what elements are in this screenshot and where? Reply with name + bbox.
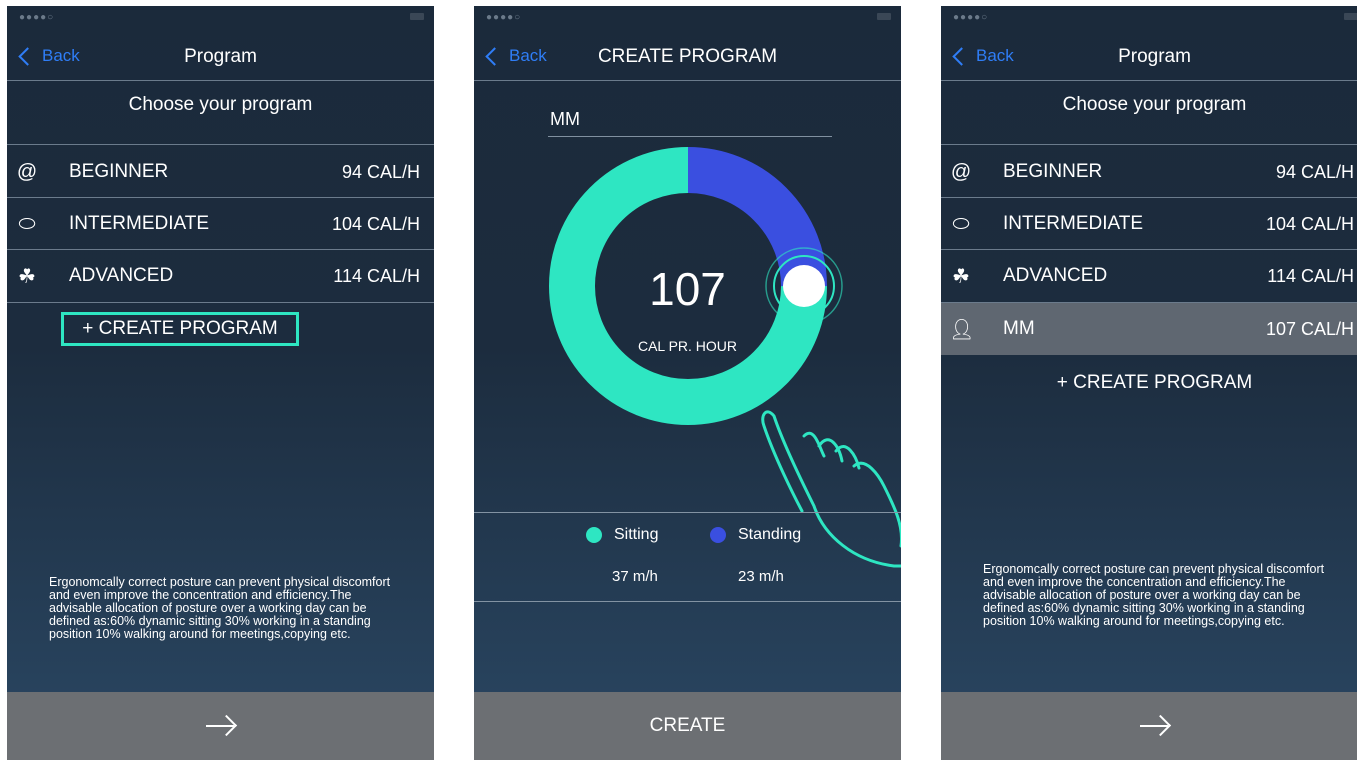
program-calories: 114 CAL/H bbox=[1267, 265, 1354, 286]
calories-unit: CAL PR. HOUR bbox=[637, 338, 738, 354]
posture-info-text: Ergonomcally correct posture can prevent… bbox=[49, 575, 391, 641]
standing-value: 23 m/h bbox=[738, 568, 784, 585]
next-button[interactable] bbox=[7, 692, 434, 760]
program-screen: ●●●●○ Back Program Choose your program @… bbox=[7, 6, 434, 760]
nav-bar: Back Program bbox=[941, 40, 1357, 80]
signal-icon: ●●●●○ bbox=[953, 12, 989, 23]
program-name: BEGINNER bbox=[69, 161, 169, 182]
program-name: ADVANCED bbox=[1003, 265, 1108, 286]
turtle-icon: ⬭ bbox=[18, 212, 36, 235]
create-button[interactable]: CREATE bbox=[474, 692, 901, 760]
divider bbox=[941, 144, 1357, 145]
program-row-intermediate[interactable]: ⬭ INTERMEDIATE 104 CAL/H bbox=[941, 198, 1357, 250]
calories-value: 107 bbox=[649, 263, 726, 315]
legend-standing: Standing bbox=[710, 526, 801, 544]
program-row-intermediate[interactable]: ⬭ INTERMEDIATE 104 CAL/H bbox=[7, 198, 434, 250]
create-program-button[interactable]: + CREATE PROGRAM bbox=[61, 312, 299, 346]
divider bbox=[7, 302, 434, 303]
program-row-advanced[interactable]: ☘ ADVANCED 114 CAL/H bbox=[7, 250, 434, 302]
page-subtitle: Choose your program bbox=[128, 94, 313, 115]
battery-icon bbox=[1344, 13, 1357, 20]
page-subtitle: Choose your program bbox=[1062, 94, 1247, 115]
program-calories: 114 CAL/H bbox=[333, 265, 420, 286]
divider bbox=[474, 601, 901, 602]
battery-icon bbox=[410, 13, 424, 20]
snail-icon: @ bbox=[16, 160, 38, 183]
arrow-right-icon bbox=[1139, 714, 1171, 737]
program-screen-updated: ●●●●○ Back Program Choose your program @… bbox=[941, 6, 1357, 760]
program-calories: 94 CAL/H bbox=[1275, 161, 1354, 182]
rabbit-icon: ☘ bbox=[18, 265, 36, 288]
rabbit-icon: ☘ bbox=[952, 265, 970, 288]
signal-icon: ●●●●○ bbox=[19, 12, 55, 23]
program-row-beginner[interactable]: @ BEGINNER 94 CAL/H bbox=[941, 146, 1357, 198]
legend-sitting: Sitting bbox=[586, 526, 658, 544]
legend-label: Standing bbox=[738, 526, 802, 543]
program-calories: 94 CAL/H bbox=[341, 161, 420, 182]
divider bbox=[941, 80, 1357, 81]
program-calories: 104 CAL/H bbox=[331, 213, 420, 234]
turtle-icon: ⬭ bbox=[952, 212, 970, 235]
status-bar: ●●●●○ bbox=[941, 6, 1357, 28]
create-program-screen: ●●●●○ Back CREATE PROGRAM 107 CAL PR. HO… bbox=[474, 6, 901, 760]
create-program-button[interactable]: + CREATE PROGRAM bbox=[941, 372, 1357, 394]
snail-icon: @ bbox=[950, 160, 972, 183]
nav-title: Program bbox=[184, 46, 257, 67]
program-name: BEGINNER bbox=[1003, 161, 1103, 182]
arrow-right-icon bbox=[205, 714, 237, 737]
person-icon: 👤︎ bbox=[949, 318, 975, 341]
program-name: ADVANCED bbox=[69, 265, 174, 286]
program-calories: 104 CAL/H bbox=[1265, 213, 1354, 234]
divider bbox=[7, 144, 434, 145]
status-bar: ●●●●○ bbox=[7, 6, 434, 28]
program-name: INTERMEDIATE bbox=[69, 213, 210, 234]
program-row-advanced[interactable]: ☘ ADVANCED 114 CAL/H bbox=[941, 250, 1357, 302]
standing-dot-icon bbox=[710, 527, 726, 543]
sitting-value: 37 m/h bbox=[612, 568, 658, 585]
sitting-dot-icon bbox=[586, 527, 602, 543]
program-name: MM bbox=[1003, 318, 1035, 339]
divider bbox=[7, 80, 434, 81]
legend-label: Sitting bbox=[614, 526, 659, 543]
program-calories: 107 CAL/H bbox=[1265, 318, 1354, 339]
nav-title: Program bbox=[1118, 46, 1191, 67]
program-name: INTERMEDIATE bbox=[1003, 213, 1144, 234]
posture-info-text: Ergonomcally correct posture can prevent… bbox=[983, 562, 1325, 628]
next-button[interactable] bbox=[941, 692, 1357, 760]
program-row-beginner[interactable]: @ BEGINNER 94 CAL/H bbox=[7, 146, 434, 198]
program-row-mm[interactable]: 👤︎ MM 107 CAL/H bbox=[941, 303, 1357, 355]
nav-bar: Back Program bbox=[7, 40, 434, 80]
divider bbox=[474, 512, 901, 513]
